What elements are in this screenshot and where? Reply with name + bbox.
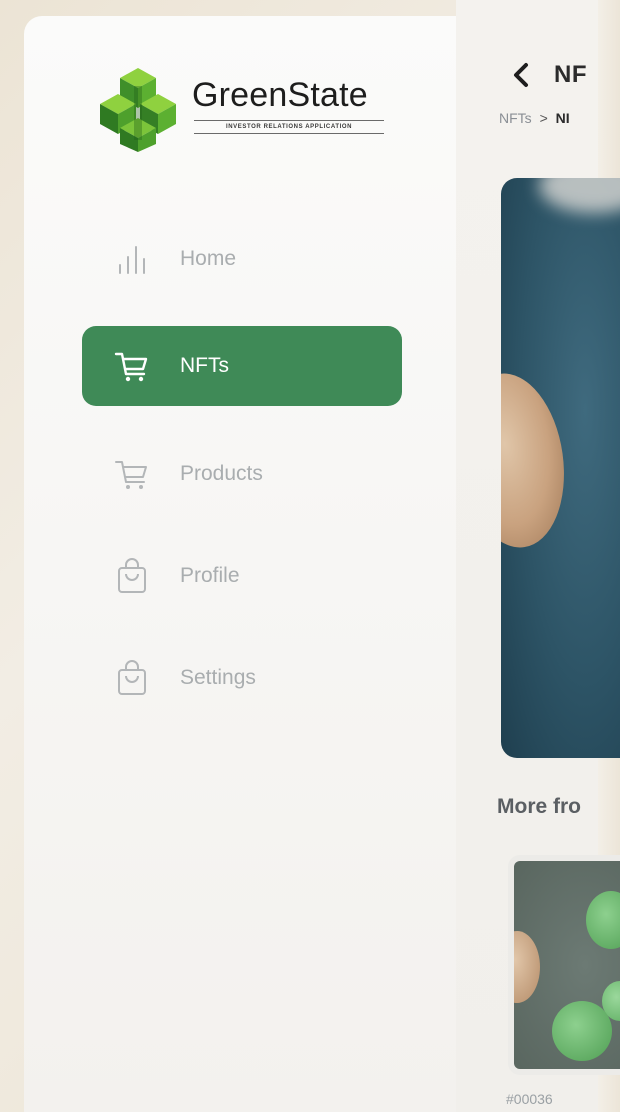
breadcrumb-separator: > (539, 110, 548, 126)
sidebar-item-label: Products (180, 462, 263, 485)
shopping-cart-icon (114, 352, 148, 382)
sidebar-item-label: Settings (180, 666, 256, 689)
green-cubes-logo-icon[interactable] (98, 66, 178, 152)
sidebar-item-profile[interactable]: Profile (82, 536, 402, 616)
breadcrumb-current: NI (555, 110, 570, 126)
shopping-bag-icon (118, 558, 146, 593)
sidebar-item-home[interactable]: Home (82, 219, 402, 299)
bar-chart-icon (119, 246, 145, 274)
nft-hero-image (501, 178, 620, 758)
chevron-left-icon[interactable] (510, 62, 532, 88)
thumb-green-shape (552, 1001, 612, 1061)
brand-name: GreenState (192, 76, 368, 114)
breadcrumb: NFTs > NI (499, 110, 570, 126)
sidebar-item-nfts[interactable]: NFTs (82, 326, 402, 406)
nft-thumbnail-id: #00036 (506, 1091, 553, 1107)
main-content: NF NFTs > NI More fro #00036 (456, 0, 620, 1112)
shopping-bag-icon (118, 660, 146, 695)
sidebar-item-label: Profile (180, 564, 240, 587)
breadcrumb-root[interactable]: NFTs (499, 110, 532, 126)
sidebar-item-settings[interactable]: Settings (82, 638, 402, 718)
sidebar: GreenState INVESTOR RELATIONS APPLICATIO… (24, 16, 456, 1112)
nft-thumbnail-card[interactable] (508, 855, 620, 1075)
brand-tagline: INVESTOR RELATIONS APPLICATION (194, 120, 384, 134)
sidebar-item-products[interactable]: Products (82, 434, 402, 514)
sidebar-item-label: Home (180, 247, 237, 270)
more-from-heading: More fro (497, 795, 581, 818)
sidebar-item-label: NFTs (180, 354, 229, 377)
hero-blur-top (539, 178, 620, 213)
hero-bean (501, 366, 575, 555)
page-title: NF (554, 61, 587, 88)
shopping-cart-icon (115, 461, 147, 489)
